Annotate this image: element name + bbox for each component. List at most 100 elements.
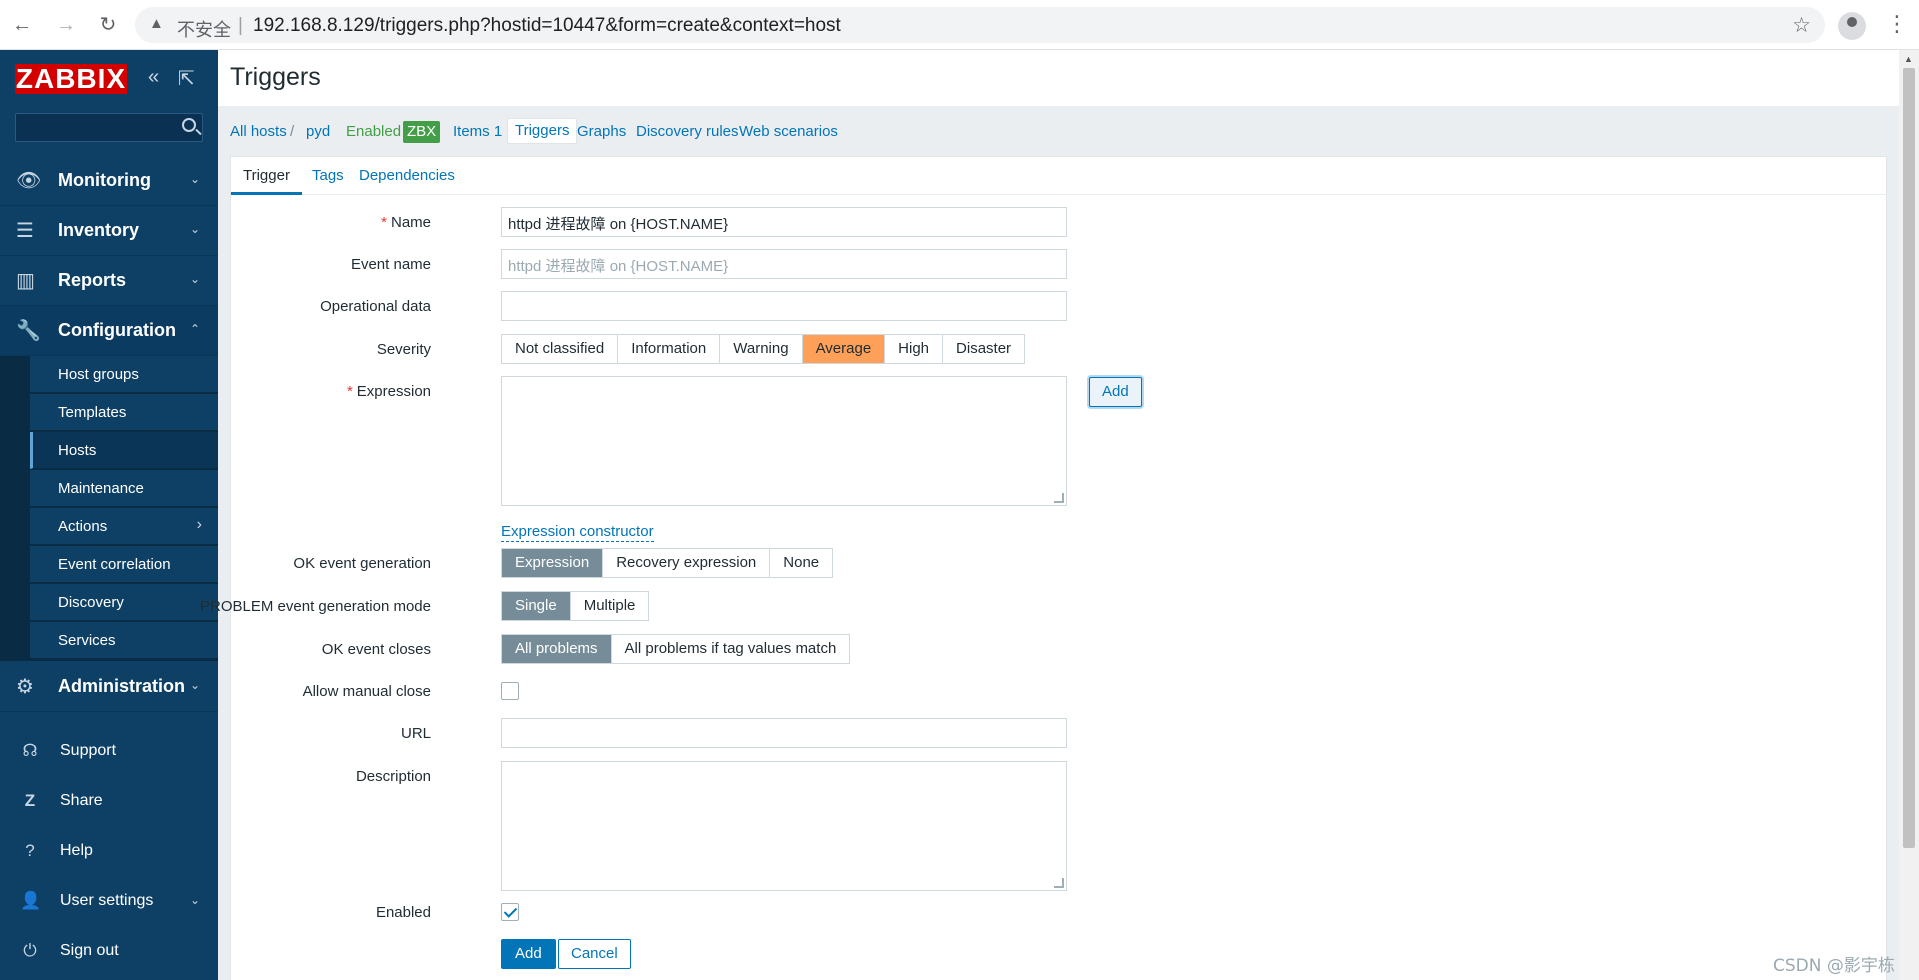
browser-toolbar: ← → ↻ ▲ 不安全 | 192.168.8.129/triggers.php… (0, 0, 1919, 50)
scrollbar-thumb[interactable] (1903, 68, 1915, 848)
trigger-form-card: Trigger Tags Dependencies * Name httpd 进程… (200, 156, 1887, 980)
sidebar-sign-out[interactable]: ⏻ Sign out (0, 927, 218, 975)
ok-event-generation-label: OK event generation (293, 555, 431, 572)
tab-dependencies[interactable]: Dependencies (347, 157, 467, 195)
chevron-up-icon: ⌃ (189, 322, 200, 336)
ok-gen-expression[interactable]: Expression (502, 549, 604, 577)
breadcrumb-separator: / (290, 123, 295, 140)
name-label: * Name (131, 214, 431, 231)
breadcrumb-all-hosts[interactable]: All hosts (230, 118, 287, 146)
manual-close-checkbox[interactable] (501, 682, 519, 700)
collapse-sidebar-icon[interactable]: « (148, 66, 159, 89)
headset-icon: ☊ (22, 741, 38, 760)
configuration-submenu: Host groups Templates Hosts Maintenance … (0, 356, 218, 661)
severity-selector: Not classified Information Warning Avera… (501, 334, 1026, 364)
name-field[interactable]: httpd 进程故障 on {HOST.NAME} (501, 207, 1067, 237)
resize-grip-icon[interactable] (1054, 493, 1064, 503)
submenu-label: Hosts (58, 442, 97, 459)
breadcrumb-triggers[interactable]: Triggers (507, 118, 578, 144)
footer-label: Support (60, 742, 117, 759)
description-textarea[interactable] (501, 761, 1067, 891)
breadcrumb-web-scenarios[interactable]: Web scenarios (739, 118, 838, 146)
resize-grip-icon[interactable] (1054, 878, 1064, 888)
browser-menu-icon[interactable]: ⋮ (1886, 11, 1908, 37)
chevron-down-icon: ⌄ (189, 272, 200, 286)
submenu-label: Discovery (58, 594, 124, 611)
submenu-actions[interactable]: Actions › (30, 508, 218, 545)
url-field[interactable] (501, 718, 1067, 748)
event-name-label: Event name (350, 256, 431, 273)
host-status-enabled[interactable]: Enabled (346, 118, 401, 146)
chevron-down-icon: ⌄ (189, 172, 200, 186)
submenu-label: Actions (58, 518, 108, 535)
problem-mode-single[interactable]: Single (502, 592, 571, 620)
operational-data-label: Operational data (320, 298, 431, 315)
submenu-label: Services (58, 632, 116, 649)
sidebar-search-input[interactable] (15, 113, 203, 142)
submenu-maintenance[interactable]: Maintenance (30, 470, 218, 507)
page-header: Triggers (218, 50, 1899, 106)
eye-icon: 👁 (16, 170, 42, 192)
breadcrumb-host[interactable]: pyd (306, 118, 330, 146)
problem-mode-label: PROBLEM event generation mode (200, 598, 431, 615)
event-name-field[interactable]: httpd 进程故障 on {HOST.NAME} (501, 249, 1067, 279)
page-scrollbar[interactable]: ▲ (1899, 50, 1919, 980)
ok-gen-none[interactable]: None (770, 549, 833, 577)
list-icon: ☰ (16, 220, 34, 242)
enabled-checkbox[interactable] (501, 903, 519, 921)
ok-event-closes-selector: All problems All problems if tag values … (501, 634, 851, 664)
footer-label: Share (60, 792, 103, 809)
enabled-label: Enabled (375, 904, 431, 921)
wrench-icon: 🔧 (16, 320, 41, 342)
submenu-hosts[interactable]: Hosts (30, 432, 218, 469)
insecure-label[interactable]: 不安全 (177, 16, 231, 42)
address-bar[interactable]: ▲ 不安全 | 192.168.8.129/triggers.php?hosti… (135, 7, 1825, 43)
chevron-right-icon: › (196, 516, 202, 533)
ok-closes-all-problems[interactable]: All problems (502, 635, 612, 663)
expression-constructor-link[interactable]: Expression constructor (501, 523, 654, 542)
severity-information[interactable]: Information (618, 335, 721, 363)
expression-label: * Expression (131, 383, 431, 400)
warning-icon: ▲ (149, 15, 164, 32)
problem-mode-selector: Single Multiple (501, 591, 650, 621)
reload-icon[interactable]: ↻ (96, 13, 120, 37)
ok-closes-tag-match[interactable]: All problems if tag values match (611, 635, 850, 663)
bookmark-star-icon[interactable]: ☆ (1792, 13, 1811, 38)
scroll-up-arrow-icon[interactable]: ▲ (1904, 54, 1913, 64)
operational-data-field[interactable] (501, 291, 1067, 321)
required-mark: * (381, 214, 387, 231)
manual-close-label: Allow manual close (302, 683, 431, 700)
submenu-label: Maintenance (58, 480, 144, 497)
tab-trigger[interactable]: Trigger (231, 157, 302, 195)
bar-chart-icon: ▥ (16, 270, 35, 292)
cancel-button[interactable]: Cancel (558, 939, 631, 969)
severity-warning[interactable]: Warning (720, 335, 803, 363)
back-icon[interactable]: ← (10, 13, 34, 37)
sidebar-help[interactable]: ? Help (0, 827, 218, 875)
breadcrumb-discovery-rules[interactable]: Discovery rules (636, 118, 739, 146)
url-text[interactable]: 192.168.8.129/triggers.php?hostid=10447&… (253, 15, 841, 37)
help-icon: ? (25, 841, 35, 860)
severity-not-classified[interactable]: Not classified (502, 335, 619, 363)
expression-add-button[interactable]: Add (1089, 377, 1142, 407)
forward-icon[interactable]: → (54, 13, 78, 37)
menu-monitoring[interactable]: 👁 Monitoring ⌄ (0, 156, 218, 206)
share-icon: Z (24, 791, 36, 810)
breadcrumb-items[interactable]: Items 1 (453, 118, 502, 146)
severity-average[interactable]: Average (802, 335, 886, 363)
problem-mode-multiple[interactable]: Multiple (570, 592, 649, 620)
main-content: Triggers All hosts / pyd Enabled ZBX Ite… (200, 50, 1899, 980)
severity-disaster[interactable]: Disaster (943, 335, 1025, 363)
expression-textarea[interactable] (501, 376, 1067, 506)
page-title: Triggers (230, 63, 321, 91)
severity-high[interactable]: High (885, 335, 944, 363)
address-separator: | (238, 15, 243, 36)
menu-label: Inventory (58, 220, 140, 240)
kiosk-mode-icon[interactable]: ⇱ (178, 66, 195, 91)
add-button[interactable]: Add (501, 939, 556, 969)
search-icon[interactable] (182, 118, 196, 132)
profile-avatar-icon[interactable] (1838, 12, 1866, 40)
zabbix-logo[interactable]: ZABBIX (15, 64, 127, 94)
breadcrumb-graphs[interactable]: Graphs (577, 118, 626, 146)
ok-gen-recovery-expression[interactable]: Recovery expression (603, 549, 771, 577)
